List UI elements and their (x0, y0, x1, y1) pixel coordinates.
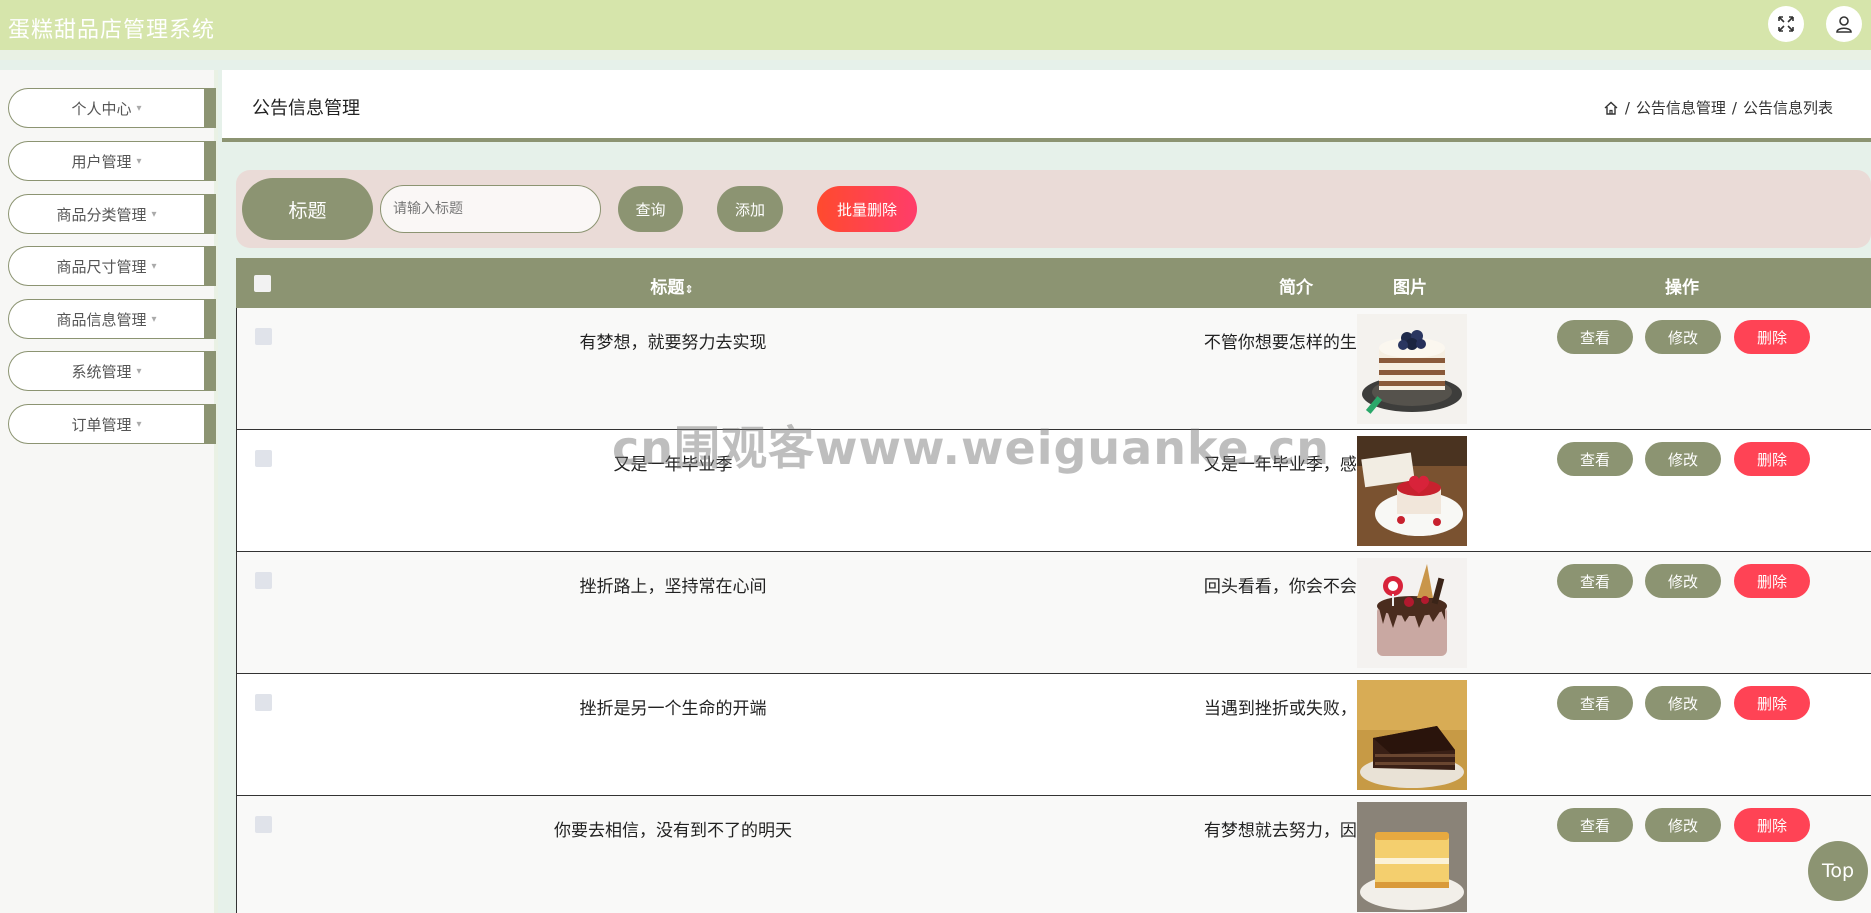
breadcrumb-item[interactable]: 公告信息管理 (1636, 97, 1726, 118)
caret-down-icon: ▾ (151, 313, 157, 325)
table-row: 挫折是另一个生命的开端 当遇到挫折或失败，你... 查看 修改 删除 (236, 674, 1871, 796)
column-header-intro: 简介 (1279, 278, 1313, 298)
caret-down-icon: ▾ (136, 365, 142, 377)
search-label: 标题 (242, 178, 373, 240)
table-header: 标题⇕ 简介 图片 操作 (236, 258, 1871, 308)
breadcrumb: / 公告信息管理 / 公告信息列表 (1603, 97, 1833, 118)
batch-delete-button[interactable]: 批量删除 (817, 186, 917, 232)
sidebar-item-category-management[interactable]: 商品分类管理 ▾ (8, 194, 216, 234)
back-to-top-button[interactable]: Top (1808, 841, 1868, 901)
row-title: 你要去相信，没有到不了的明天 (554, 821, 792, 841)
sidebar-item-label: 商品分类管理 (56, 205, 147, 224)
sidebar-item-product-management[interactable]: 商品信息管理 ▾ (8, 299, 216, 339)
caret-down-icon: ▾ (151, 260, 157, 272)
row-checkbox[interactable] (255, 572, 272, 589)
delete-button[interactable]: 删除 (1734, 686, 1810, 720)
sidebar: 个人中心 ▾ 用户管理 ▾ 商品分类管理 ▾ 商品尺寸管理 ▾ 商品信息管理 ▾ 系统管理… (0, 70, 218, 913)
fullscreen-button[interactable] (1768, 6, 1804, 42)
edit-button[interactable]: 修改 (1645, 320, 1721, 354)
page-header: 公告信息管理 / 公告信息管理 / 公告信息列表 (222, 70, 1871, 142)
table-row: 有梦想，就要努力去实现 不管你想要怎样的生活... 查看 修改 删除 (236, 308, 1871, 430)
sidebar-item-label: 商品尺寸管理 (56, 257, 147, 276)
page-title: 公告信息管理 (252, 98, 360, 119)
row-title: 挫折路上，坚持常在心间 (579, 577, 767, 597)
row-title: 又是一年毕业季 (613, 455, 733, 475)
edit-button[interactable]: 修改 (1645, 808, 1721, 842)
title-search-input[interactable] (380, 185, 601, 233)
user-menu-button[interactable] (1826, 6, 1862, 42)
home-icon[interactable] (1603, 100, 1619, 116)
fullscreen-icon (1778, 16, 1794, 32)
delete-button[interactable]: 删除 (1734, 564, 1810, 598)
add-button[interactable]: 添加 (717, 186, 783, 232)
row-checkbox[interactable] (255, 816, 272, 833)
notice-table: 标题⇕ 简介 图片 操作 有梦想，就要努力去实现 不管你想要怎样的生活... 查… (236, 258, 1871, 913)
breadcrumb-separator: / (1731, 98, 1737, 117)
caret-down-icon: ▾ (151, 208, 157, 220)
delete-button[interactable]: 删除 (1734, 808, 1810, 842)
sidebar-item-size-management[interactable]: 商品尺寸管理 ▾ (8, 246, 216, 286)
caret-down-icon: ▾ (136, 102, 142, 114)
query-button[interactable]: 查询 (618, 186, 683, 232)
row-image-sponge-cake-slice[interactable] (1357, 802, 1467, 912)
user-icon (1836, 16, 1852, 33)
caret-down-icon: ▾ (136, 155, 142, 167)
select-all-checkbox[interactable] (254, 275, 271, 292)
sidebar-item-user-management[interactable]: 用户管理 ▾ (8, 141, 216, 181)
row-checkbox[interactable] (255, 328, 272, 345)
row-image-chocolate-cake-slice[interactable] (1357, 680, 1467, 790)
sidebar-item-system-management[interactable]: 系统管理 ▾ (8, 351, 216, 391)
breadcrumb-current: 公告信息列表 (1742, 99, 1833, 117)
row-image-chocolate-lollipop-cake[interactable] (1357, 558, 1467, 668)
row-checkbox[interactable] (255, 450, 272, 467)
column-header-image: 图片 (1393, 278, 1427, 298)
row-checkbox[interactable] (255, 694, 272, 711)
row-image-blueberry-layer-cake[interactable] (1357, 314, 1467, 424)
sidebar-item-label: 用户管理 (71, 152, 132, 171)
sidebar-item-order-management[interactable]: 订单管理 ▾ (8, 404, 216, 444)
edit-button[interactable]: 修改 (1645, 442, 1721, 476)
column-header-actions: 操作 (1665, 278, 1699, 298)
search-panel: 标题 查询 添加 批量删除 (236, 170, 1871, 248)
row-title: 挫折是另一个生命的开端 (579, 699, 767, 719)
sort-icon[interactable]: ⇕ (684, 283, 693, 296)
top-bar: 蛋糕甜品店管理系统 (0, 0, 1871, 60)
view-button[interactable]: 查看 (1557, 320, 1633, 354)
table-row: 又是一年毕业季 又是一年毕业季，感慨... 查看 修改 删除 (236, 430, 1871, 552)
sidebar-item-label: 系统管理 (71, 362, 132, 381)
view-button[interactable]: 查看 (1557, 686, 1633, 720)
view-button[interactable]: 查看 (1557, 442, 1633, 476)
delete-button[interactable]: 删除 (1734, 442, 1810, 476)
column-header-title[interactable]: 标题⇕ (650, 273, 693, 298)
table-row: 你要去相信，没有到不了的明天 有梦想就去努力，因为... 查看 修改 删除 (236, 796, 1871, 913)
view-button[interactable]: 查看 (1557, 808, 1633, 842)
row-image-red-heart-cake[interactable] (1357, 436, 1467, 546)
view-button[interactable]: 查看 (1557, 564, 1633, 598)
caret-down-icon: ▾ (136, 418, 142, 430)
sidebar-item-label: 个人中心 (71, 99, 132, 118)
app-title: 蛋糕甜品店管理系统 (8, 18, 216, 43)
sidebar-item-personal-center[interactable]: 个人中心 ▾ (8, 88, 216, 128)
sidebar-item-label: 订单管理 (71, 415, 132, 434)
sidebar-item-label: 商品信息管理 (56, 310, 147, 329)
edit-button[interactable]: 修改 (1645, 564, 1721, 598)
delete-button[interactable]: 删除 (1734, 320, 1810, 354)
table-row: 挫折路上，坚持常在心间 回头看看，你会不会发... 查看 修改 删除 (236, 552, 1871, 674)
breadcrumb-separator: / (1624, 98, 1630, 117)
edit-button[interactable]: 修改 (1645, 686, 1721, 720)
row-title: 有梦想，就要努力去实现 (579, 333, 767, 353)
